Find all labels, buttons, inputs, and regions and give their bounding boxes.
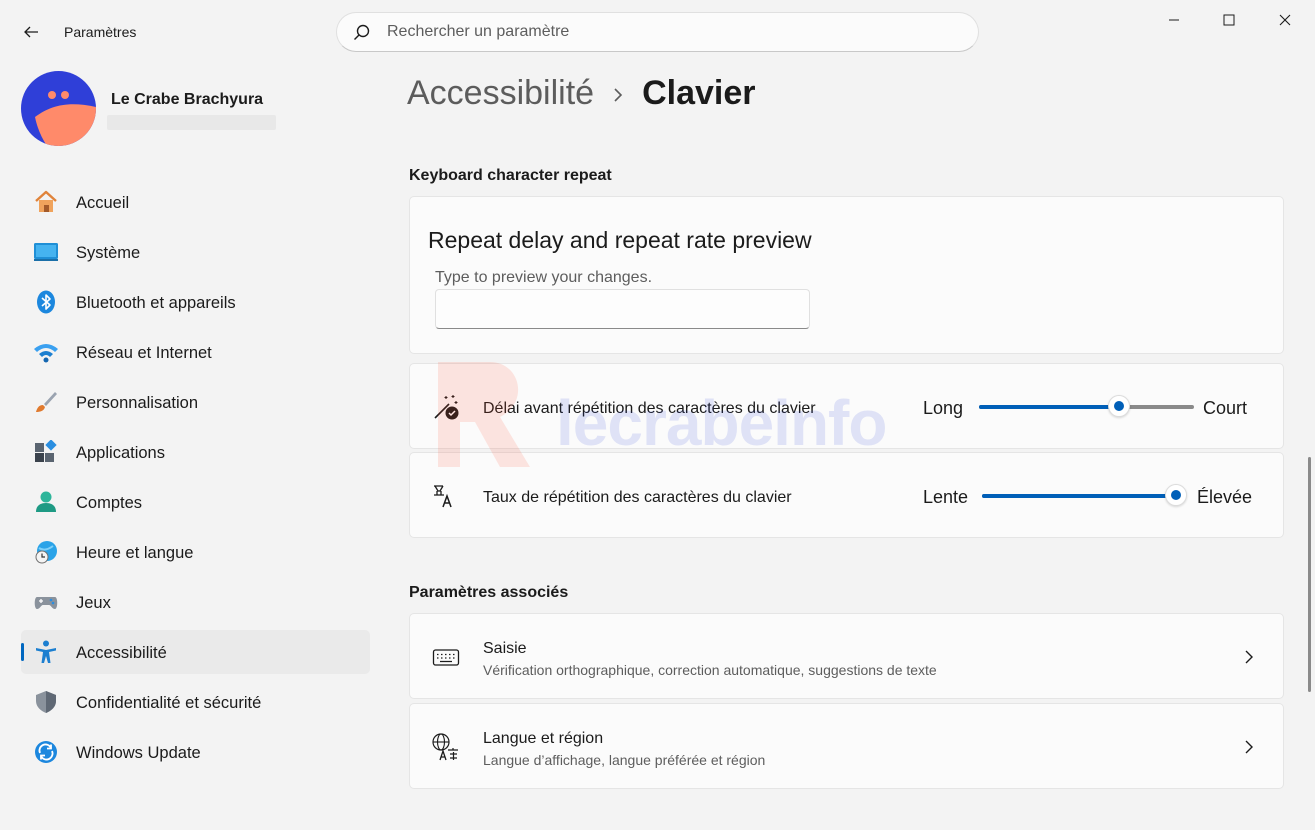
slider-fill — [979, 405, 1119, 409]
update-icon — [33, 740, 59, 764]
slider-thumb[interactable] — [1165, 484, 1187, 506]
home-icon — [33, 190, 59, 214]
sidebar-item-label: Bluetooth et appareils — [76, 294, 236, 312]
preview-label: Type to preview your changes. — [435, 269, 653, 286]
sidebar-item-label: Réseau et Internet — [76, 344, 212, 362]
slider-fill — [982, 494, 1176, 498]
close-button[interactable] — [1257, 0, 1313, 40]
related-item-subtitle: Vérification orthographique, correction … — [483, 662, 937, 678]
bluetooth-icon — [33, 290, 59, 314]
accessibility-icon — [33, 640, 59, 664]
sidebar-item-bluetooth[interactable]: Bluetooth et appareils — [21, 280, 370, 324]
sidebar-item-personnalisation[interactable]: Personnalisation — [21, 380, 370, 424]
back-arrow-icon — [24, 26, 38, 38]
sidebar-item-confidentialite[interactable]: Confidentialité et sécurité — [21, 680, 370, 724]
sidebar-item-label: Personnalisation — [76, 394, 198, 412]
minimize-button[interactable] — [1146, 0, 1202, 40]
related-item-langue-region[interactable]: Langue et région Langue d’affichage, lan… — [409, 703, 1284, 789]
related-item-subtitle: Langue d’affichage, langue préférée et r… — [483, 752, 766, 768]
section-title-repeat: Keyboard character repeat — [409, 167, 612, 184]
chevron-right-icon — [1245, 740, 1253, 754]
rate-label: Taux de répétition des caractères du cla… — [483, 489, 792, 506]
sidebar-item-label: Heure et langue — [76, 544, 194, 562]
system-icon — [33, 240, 59, 264]
sidebar-item-reseau[interactable]: Réseau et Internet — [21, 330, 370, 374]
scrollbar[interactable] — [1308, 457, 1311, 692]
search-box[interactable] — [336, 12, 979, 52]
page-title: Clavier — [642, 74, 756, 112]
apps-icon — [33, 440, 59, 464]
sidebar-nav: Accueil Système Bluetooth et appareils R… — [21, 180, 370, 780]
language-icon — [430, 731, 462, 763]
sidebar-item-jeux[interactable]: Jeux — [21, 580, 370, 624]
sidebar-item-heure-langue[interactable]: Heure et langue — [21, 530, 370, 574]
account-icon — [33, 490, 59, 514]
sidebar-item-label: Confidentialité et sécurité — [76, 694, 262, 712]
user-name: Le Crabe Brachyura — [111, 91, 264, 108]
search-icon — [354, 24, 370, 40]
delay-setting-card: Délai avant répétition des caractères du… — [409, 363, 1284, 449]
delay-label: Délai avant répétition des caractères du… — [483, 400, 816, 417]
sidebar-item-label: Windows Update — [76, 744, 201, 762]
sidebar-item-systeme[interactable]: Système — [21, 230, 370, 274]
sidebar-item-accessibilite[interactable]: Accessibilité — [21, 630, 370, 674]
minimize-icon — [1169, 19, 1179, 21]
sidebar-item-label: Accessibilité — [76, 644, 167, 662]
preview-card: Repeat delay and repeat rate preview Typ… — [409, 196, 1284, 354]
sidebar-item-label: Applications — [76, 444, 165, 462]
chevron-right-icon — [1245, 650, 1253, 664]
section-title-related: Paramètres associés — [409, 584, 569, 601]
rate-max-label: Élevée — [1197, 487, 1253, 507]
delay-max-label: Court — [1203, 398, 1248, 418]
sidebar-item-label: Comptes — [76, 494, 143, 512]
sidebar-item-label: Système — [76, 244, 141, 262]
back-button[interactable] — [14, 18, 48, 46]
breadcrumb: Accessibilité Clavier — [407, 74, 755, 115]
preview-title: Repeat delay and repeat rate preview — [428, 227, 812, 253]
magic-wand-check-icon — [430, 391, 462, 423]
rate-setting-card: Taux de répétition des caractères du cla… — [409, 452, 1284, 538]
sidebar-item-windows-update[interactable]: Windows Update — [21, 730, 370, 774]
slider-thumb[interactable] — [1107, 395, 1130, 417]
breadcrumb-parent[interactable]: Accessibilité — [407, 74, 594, 112]
wifi-icon — [33, 340, 59, 364]
maximize-icon — [1223, 14, 1235, 26]
shield-icon — [33, 690, 59, 714]
avatar-image — [21, 71, 96, 146]
sidebar-item-label: Accueil — [76, 194, 130, 212]
delay-slider[interactable] — [979, 395, 1194, 418]
time-language-icon — [33, 540, 59, 564]
keyboard-repeat-icon — [430, 480, 462, 512]
close-icon — [1279, 14, 1291, 26]
sidebar-item-applications[interactable]: Applications — [21, 430, 370, 474]
preview-input[interactable] — [435, 289, 810, 329]
sidebar-item-comptes[interactable]: Comptes — [21, 480, 370, 524]
title-bar: Paramètres — [0, 0, 1315, 62]
gamepad-icon — [33, 590, 59, 614]
related-item-title: Saisie — [483, 640, 527, 657]
app-title: Paramètres — [64, 24, 137, 40]
brush-icon — [33, 390, 59, 414]
avatar[interactable] — [21, 71, 96, 146]
delay-min-label: Long — [923, 398, 964, 418]
search-input[interactable] — [387, 21, 947, 43]
keyboard-icon — [430, 641, 462, 673]
rate-min-label: Lente — [923, 487, 969, 507]
rate-slider[interactable] — [982, 484, 1187, 507]
user-email-redacted — [107, 115, 276, 130]
chevron-right-icon — [612, 72, 624, 111]
sidebar-item-label: Jeux — [76, 594, 111, 612]
sidebar-item-accueil[interactable]: Accueil — [21, 180, 370, 224]
related-item-title: Langue et région — [483, 730, 604, 747]
maximize-button[interactable] — [1201, 0, 1257, 40]
related-item-saisie[interactable]: Saisie Vérification orthographique, corr… — [409, 613, 1284, 699]
